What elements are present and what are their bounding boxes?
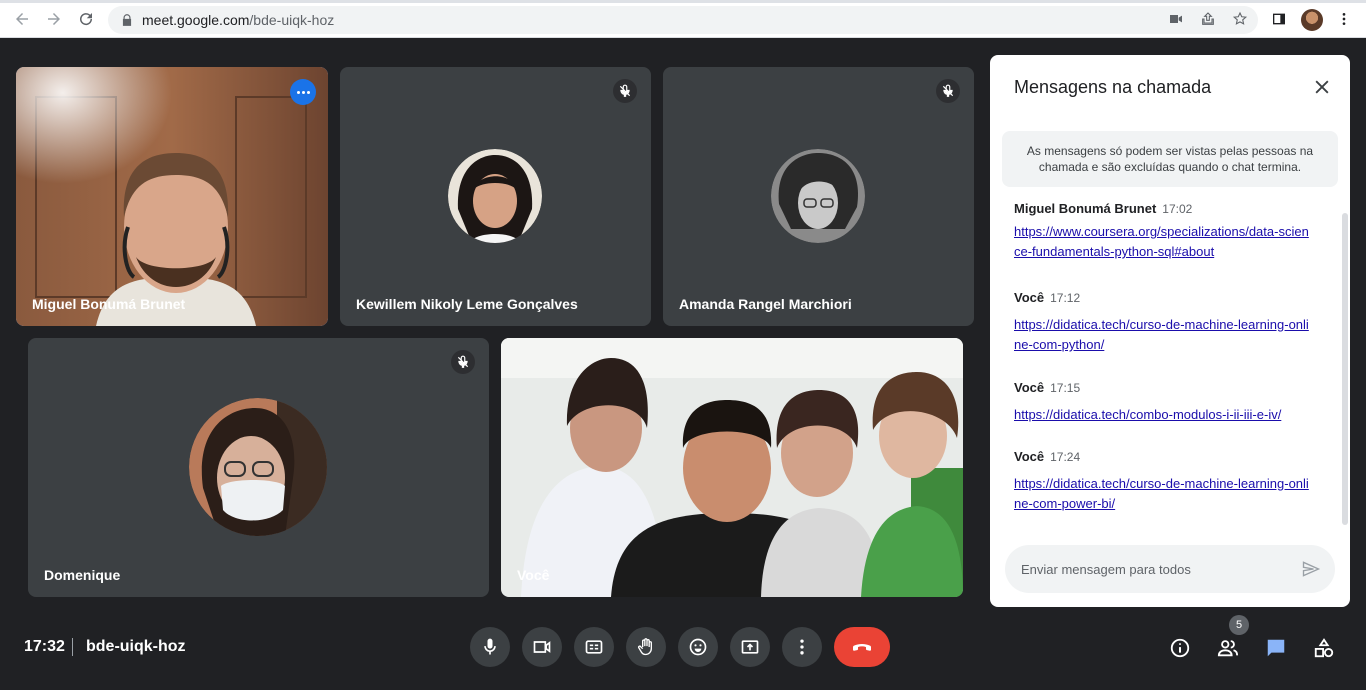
- camera-in-use-icon[interactable]: [1168, 11, 1184, 27]
- people-button[interactable]: [1216, 636, 1240, 660]
- message-link[interactable]: https://didatica.tech/curso-de-machine-l…: [1014, 315, 1314, 355]
- chat-scrollbar[interactable]: [1342, 213, 1348, 525]
- participant-name: Miguel Bonumá Brunet: [32, 296, 186, 312]
- meeting-clock: 17:32: [24, 638, 65, 655]
- raise-hand-button[interactable]: [626, 627, 666, 667]
- chat-panel: Mensagens na chamada As mensagens só pod…: [990, 55, 1350, 607]
- participant-tile-amanda[interactable]: Amanda Rangel Marchiori: [663, 67, 974, 326]
- tab-strip-edge: [0, 0, 1366, 3]
- back-arrow-icon[interactable]: [12, 9, 32, 29]
- present-screen-button[interactable]: [730, 627, 770, 667]
- divider: [72, 638, 73, 656]
- share-icon[interactable]: [1200, 11, 1216, 27]
- message-link[interactable]: https://www.coursera.org/specializations…: [1014, 222, 1314, 262]
- meeting-code: bde-uiqk-hoz: [86, 638, 186, 655]
- present-screen-icon: [741, 640, 759, 654]
- people-icon: [1217, 640, 1239, 657]
- participant-tile-kewillem[interactable]: Kewillem Nikoly Leme Gonçalves: [340, 67, 651, 326]
- participant-video: [16, 67, 328, 326]
- chat-title: Mensagens na chamada: [1014, 77, 1212, 97]
- participant-tile-miguel[interactable]: Miguel Bonumá Brunet: [16, 67, 328, 326]
- participant-name: Kewillem Nikoly Leme Gonçalves: [356, 296, 578, 312]
- emoji-reaction-button[interactable]: [678, 627, 718, 667]
- captions-icon: [585, 640, 603, 654]
- activities-icon: [1314, 638, 1334, 658]
- emoji-icon: [689, 638, 707, 656]
- chat-composer: [1005, 545, 1335, 593]
- camera-icon: [533, 641, 551, 653]
- microphone-button[interactable]: [470, 627, 510, 667]
- send-icon[interactable]: [1301, 559, 1321, 579]
- reload-icon[interactable]: [76, 9, 96, 29]
- browser-menu-icon[interactable]: [1336, 11, 1352, 27]
- more-vert-icon: [800, 639, 804, 655]
- chat-message: Você 17:12 https://didatica.tech/curso-de…: [1014, 290, 1314, 355]
- message-sender: Você: [1014, 290, 1045, 305]
- chat-icon: [1267, 639, 1285, 657]
- participant-name: Domenique: [44, 567, 121, 583]
- chat-message: Você 17:15 https://didatica.tech/combo-mo…: [1014, 380, 1314, 425]
- camera-button[interactable]: [522, 627, 562, 667]
- microphone-icon: [484, 638, 496, 655]
- chat-message: Você 17:24 https://didatica.tech/curso-de…: [1014, 449, 1314, 514]
- meeting-details-button[interactable]: [1168, 636, 1192, 660]
- chat-message: Miguel Bonumá Brunet 17:02 https://www.co…: [1014, 201, 1314, 262]
- participant-name: Amanda Rangel Marchiori: [679, 296, 852, 312]
- participant-avatar: [448, 149, 542, 243]
- leave-call-button[interactable]: [834, 627, 890, 667]
- self-video: [501, 338, 963, 597]
- lock-icon: [122, 14, 132, 26]
- url-path: /bde-uiqk-hoz: [249, 12, 335, 28]
- participants-count-badge: 5: [1229, 615, 1249, 635]
- participant-avatar: [189, 398, 327, 536]
- participant-name: Você: [517, 567, 550, 583]
- message-link[interactable]: https://didatica.tech/curso-de-machine-l…: [1014, 474, 1314, 514]
- message-sender: Você: [1014, 449, 1045, 464]
- participant-avatar: [771, 149, 865, 243]
- browser-toolbar: meet.google.com/bde-uiqk-hoz: [0, 0, 1366, 38]
- chat-button[interactable]: [1264, 636, 1288, 660]
- mic-off-icon: [613, 79, 637, 103]
- message-time: 17:02: [1162, 202, 1193, 216]
- participant-tile-domenique[interactable]: Domenique: [28, 338, 489, 597]
- message-time: 17:15: [1050, 381, 1081, 395]
- hand-icon: [638, 638, 652, 656]
- more-options-button[interactable]: [290, 79, 316, 105]
- chat-message-input[interactable]: [1021, 545, 1291, 593]
- forward-arrow-icon[interactable]: [44, 9, 64, 29]
- side-panel-icon[interactable]: [1271, 11, 1287, 27]
- message-time: 17:12: [1050, 291, 1081, 305]
- address-bar[interactable]: meet.google.com/bde-uiqk-hoz: [108, 6, 1258, 34]
- mic-off-icon: [936, 79, 960, 103]
- message-time: 17:24: [1050, 450, 1081, 464]
- profile-avatar[interactable]: [1301, 9, 1323, 31]
- chat-notice: As mensagens só podem ser vistas pelas p…: [1002, 131, 1338, 187]
- activities-button[interactable]: [1312, 636, 1336, 660]
- message-sender: Você: [1014, 380, 1045, 395]
- message-sender: Miguel Bonumá Brunet: [1014, 201, 1157, 216]
- mic-off-icon: [451, 350, 475, 374]
- bookmark-star-icon[interactable]: [1232, 11, 1248, 27]
- more-options-button[interactable]: [782, 627, 822, 667]
- participant-tile-self[interactable]: Você: [501, 338, 963, 597]
- info-icon: [1170, 638, 1190, 658]
- url-host: meet.google.com: [142, 12, 250, 28]
- message-link[interactable]: https://didatica.tech/combo-modulos-i-ii…: [1014, 405, 1314, 425]
- captions-button[interactable]: [574, 627, 614, 667]
- hangup-icon: [853, 644, 871, 651]
- close-icon[interactable]: [1312, 77, 1332, 97]
